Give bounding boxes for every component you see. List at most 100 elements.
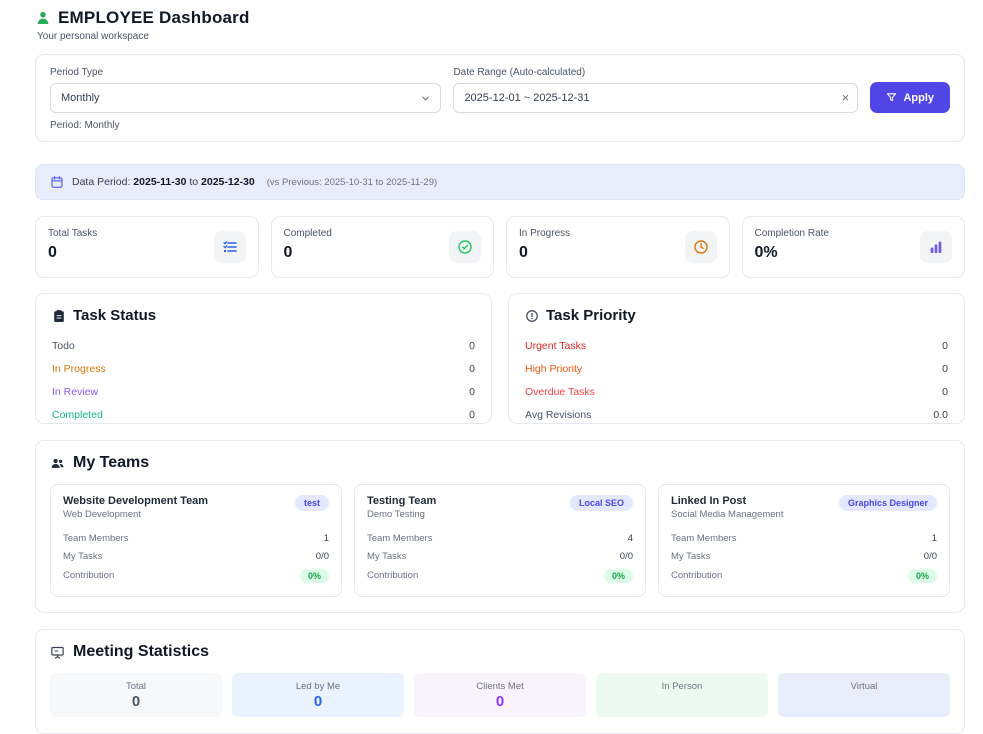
row-value: 0/0 (620, 551, 633, 562)
period-start-date: 2025-11-30 (133, 176, 186, 188)
tile-label: Virtual (778, 681, 950, 692)
page-title: EMPLOYEE Dashboard (58, 8, 250, 28)
stat-label: Total Tasks (48, 228, 97, 239)
task-status-title: Task Status (73, 307, 156, 324)
row-value: 0 (469, 363, 475, 375)
tile-label: In Person (596, 681, 768, 692)
filter-panel: Period Type Monthly Period: Monthly Date… (35, 54, 965, 142)
row-label: High Priority (525, 363, 582, 375)
my-teams-title: My Teams (73, 454, 149, 472)
period-type-select[interactable]: Monthly (50, 83, 441, 113)
period-note: Period: Monthly (50, 120, 441, 131)
tile-value: 0 (50, 693, 222, 710)
row-label: In Review (52, 386, 98, 398)
row-value: 0.0 (933, 409, 948, 421)
row-label: Contribution (671, 570, 722, 581)
task-priority-row: Overdue Tasks 0 (525, 380, 948, 403)
row-value: 0 (942, 363, 948, 375)
clipboard-icon (52, 309, 66, 323)
apply-button[interactable]: Apply (870, 82, 950, 113)
row-value: 0 (942, 386, 948, 398)
row-label: My Tasks (63, 551, 102, 562)
dashboard-page: EMPLOYEE Dashboard Your personal workspa… (35, 0, 965, 734)
team-stat-row: My Tasks 0/0 (63, 547, 329, 565)
team-stat-row: Team Members 1 (671, 529, 937, 547)
data-period-banner: Data Period: 2025-11-30 to 2025-12-30 (v… (35, 164, 965, 200)
row-value: 0/0 (316, 551, 329, 562)
period-type-label: Period Type (50, 67, 441, 78)
team-card[interactable]: Linked In Post Social Media Management G… (658, 484, 950, 597)
row-label: Contribution (367, 570, 418, 581)
task-status-card: Task Status Todo 0 In Progress 0 In Revi… (35, 293, 492, 424)
row-label: Urgent Tasks (525, 340, 586, 352)
row-label: My Tasks (671, 551, 710, 562)
meeting-tile-led-by-me: Led by Me 0 (232, 673, 404, 717)
period-end-date: 2025-12-30 (201, 176, 255, 188)
meeting-tile-total: Total 0 (50, 673, 222, 717)
row-label: Team Members (63, 533, 128, 544)
team-stat-row: Contribution 0% (63, 565, 329, 586)
tile-value: 0 (232, 693, 404, 710)
team-stat-row: My Tasks 0/0 (367, 547, 633, 565)
meeting-statistics-section: Meeting Statistics Total 0 Led by Me 0 C… (35, 629, 965, 734)
row-label: Completed (52, 409, 103, 421)
page-subtitle: Your personal workspace (37, 31, 965, 42)
contribution-badge: 0% (300, 569, 329, 583)
alert-circle-icon (525, 309, 539, 323)
stat-card-total-tasks: Total Tasks 0 (35, 216, 259, 278)
team-stat-row: Team Members 1 (63, 529, 329, 547)
team-badge: Graphics Designer (839, 495, 937, 511)
row-label: Contribution (63, 570, 114, 581)
row-value: 0/0 (924, 551, 937, 562)
stat-value: 0 (48, 244, 97, 262)
stat-card-completion-rate: Completion Rate 0% (742, 216, 966, 278)
team-badge: test (295, 495, 329, 511)
page-header: EMPLOYEE Dashboard Your personal workspa… (35, 0, 965, 42)
date-range-label: Date Range (Auto-calculated) (453, 67, 858, 78)
team-card[interactable]: Testing Team Demo Testing Local SEO Team… (354, 484, 646, 597)
chevron-down-icon (420, 93, 431, 107)
tile-label: Clients Met (414, 681, 586, 692)
tile-label: Total (50, 681, 222, 692)
date-range-input[interactable] (453, 83, 858, 113)
contribution-badge: 0% (604, 569, 633, 583)
team-stat-row: My Tasks 0/0 (671, 547, 937, 565)
check-circle-icon (449, 231, 481, 263)
user-icon (35, 10, 51, 26)
meeting-tile-virtual: Virtual (778, 673, 950, 717)
row-label: Overdue Tasks (525, 386, 595, 398)
row-label: In Progress (52, 363, 106, 375)
stat-value: 0 (284, 244, 332, 262)
people-icon (50, 456, 65, 471)
previous-period-text: (vs Previous: 2025-10-31 to 2025-11-29) (267, 177, 437, 188)
stat-value: 0% (755, 244, 829, 262)
task-priority-card: Task Priority Urgent Tasks 0 High Priori… (508, 293, 965, 424)
stat-card-in-progress: In Progress 0 (506, 216, 730, 278)
team-category: Web Development (63, 509, 208, 520)
team-stat-row: Contribution 0% (367, 565, 633, 586)
stat-label: In Progress (519, 228, 570, 239)
row-label: Team Members (671, 533, 736, 544)
team-name: Website Development Team (63, 495, 208, 507)
meeting-tile-in-person: In Person (596, 673, 768, 717)
task-status-row: In Progress 0 (52, 357, 475, 380)
task-priority-row: Avg Revisions 0.0 (525, 403, 948, 426)
team-card[interactable]: Website Development Team Web Development… (50, 484, 342, 597)
contribution-badge: 0% (908, 569, 937, 583)
team-stat-row: Team Members 4 (367, 529, 633, 547)
stat-card-completed: Completed 0 (271, 216, 495, 278)
stat-label: Completed (284, 228, 332, 239)
meeting-tile-clients-met: Clients Met 0 (414, 673, 586, 717)
meeting-statistics-title: Meeting Statistics (73, 643, 209, 661)
clear-date-icon[interactable]: × (836, 89, 854, 107)
clock-icon (685, 231, 717, 263)
my-teams-section: My Teams Website Development Team Web De… (35, 440, 965, 613)
task-status-row: Todo 0 (52, 334, 475, 357)
team-category: Demo Testing (367, 509, 436, 520)
task-priority-row: High Priority 0 (525, 357, 948, 380)
stat-label: Completion Rate (755, 228, 829, 239)
team-badge: Local SEO (570, 495, 633, 511)
calendar-icon (50, 175, 64, 189)
data-period-text: Data Period: 2025-11-30 to 2025-12-30 (72, 176, 255, 188)
row-value: 1 (324, 533, 329, 544)
